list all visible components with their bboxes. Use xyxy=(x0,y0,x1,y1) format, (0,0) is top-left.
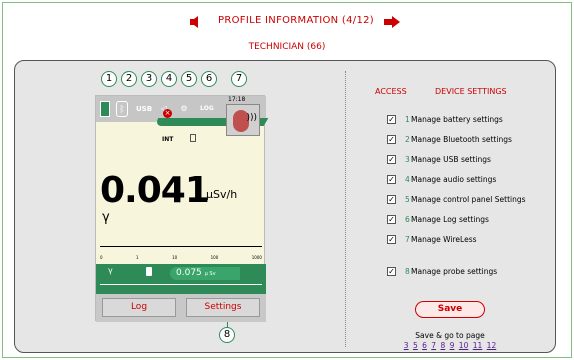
gamma-symbol: γ xyxy=(102,210,110,225)
access-checkbox[interactable]: ✓ xyxy=(387,267,396,276)
setting-number: 7 xyxy=(405,235,410,244)
device-settings-header: DEVICE SETTINGS xyxy=(435,87,507,96)
device-screen: ᛒ USB ◁ × ⚙ LOG 17:18 ))) INT 0.041 μSv/h… xyxy=(95,95,269,322)
access-checkbox[interactable]: ✓ xyxy=(387,155,396,164)
access-checkbox[interactable]: ✓ xyxy=(387,135,396,144)
scale-label: 100 xyxy=(210,255,219,260)
callout-1: 1 xyxy=(101,71,117,87)
save-button[interactable]: Save xyxy=(415,301,485,318)
profile-nav: PROFILE INFORMATION (4/12) xyxy=(0,14,574,34)
usb-icon: USB xyxy=(136,105,153,113)
secondary-reading: 0.075 μ Sv xyxy=(170,267,240,280)
setting-label: Manage USB settings xyxy=(411,155,491,164)
access-header: ACCESS xyxy=(375,87,407,96)
callout-7: 7 xyxy=(231,71,247,87)
page-link[interactable]: 8 xyxy=(440,341,445,350)
settings-panel: 1 2 3 4 5 6 7 8 ᛒ USB ◁ × ⚙ LOG 17:18 )))… xyxy=(14,60,556,353)
page-link[interactable]: 9 xyxy=(450,341,455,350)
setting-number: 1 xyxy=(405,115,410,124)
internal-probe-icon xyxy=(190,134,196,142)
setting-number: 2 xyxy=(405,135,410,144)
setting-number: 3 xyxy=(405,155,410,164)
page-link[interactable]: 12 xyxy=(487,341,497,350)
setting-number: 4 xyxy=(405,175,410,184)
setting-label: Manage WireLess xyxy=(411,235,477,244)
setting-number: 6 xyxy=(405,215,410,224)
log-icon: LOG xyxy=(200,105,214,112)
softkey-bar: Log Settings xyxy=(96,294,266,322)
callout-2: 2 xyxy=(121,71,137,87)
control-panel-icon: ⚙ xyxy=(180,104,188,113)
probe-status: ))) xyxy=(226,104,260,136)
secondary-reading-bar: γ 0.075 μ Sv xyxy=(96,264,266,294)
page-link[interactable]: 3 xyxy=(404,341,409,350)
access-checkbox[interactable]: ✓ xyxy=(387,195,396,204)
panel-divider xyxy=(345,71,346,347)
int-label: INT xyxy=(162,136,174,143)
mute-x-icon: × xyxy=(163,109,172,118)
battery-icon xyxy=(100,101,110,117)
wireless-wave-icon: ))) xyxy=(246,113,257,123)
setting-label: Manage battery settings xyxy=(411,115,503,124)
next-arrow-icon[interactable] xyxy=(384,16,400,28)
page-link[interactable]: 10 xyxy=(459,341,469,350)
callout-5: 5 xyxy=(181,71,197,87)
scale-label: 1000 xyxy=(251,255,262,260)
clock-time: 17:18 xyxy=(228,96,246,103)
save-go-label: Save & go to page xyxy=(415,331,485,340)
secondary-scale xyxy=(100,284,262,290)
settings-softkey[interactable]: Settings xyxy=(186,298,260,317)
previous-arrow-icon[interactable] xyxy=(190,16,198,28)
access-checkbox[interactable]: ✓ xyxy=(387,115,396,124)
page-link[interactable]: 5 xyxy=(413,341,418,350)
scale-label: 0 xyxy=(100,255,103,260)
access-checkbox[interactable]: ✓ xyxy=(387,215,396,224)
page-title: PROFILE INFORMATION (4/12) xyxy=(218,15,374,26)
bar-gamma-symbol: γ xyxy=(108,266,113,275)
setting-label: Manage Bluetooth settings xyxy=(411,135,512,144)
page-link[interactable]: 7 xyxy=(431,341,436,350)
dose-rate-unit: μSv/h xyxy=(206,188,238,201)
scale-label: 10 xyxy=(172,255,178,260)
dose-rate-value: 0.041 xyxy=(100,170,210,211)
secondary-reading-unit: μ Sv xyxy=(204,271,216,277)
setting-label: Manage control panel Settings xyxy=(411,195,526,204)
page-link[interactable]: 11 xyxy=(473,341,483,350)
setting-label: Manage audio settings xyxy=(411,175,497,184)
scale-labels: 0 1 10 100 1000 xyxy=(100,255,262,260)
access-checkbox[interactable]: ✓ xyxy=(387,235,396,244)
setting-label: Manage Log settings xyxy=(411,215,489,224)
page-links: 3 5 6 7 8 9 10 11 12 xyxy=(375,341,525,350)
handheld-icon xyxy=(146,267,152,276)
page-link[interactable]: 6 xyxy=(422,341,427,350)
log-softkey[interactable]: Log xyxy=(102,298,176,317)
setting-label: Manage probe settings xyxy=(411,267,498,276)
profile-subtitle: TECHNICIAN (66) xyxy=(248,42,326,52)
setting-number: 5 xyxy=(405,195,410,204)
audio-muted-icon: ◁ × xyxy=(160,104,172,118)
setting-number: 8 xyxy=(405,267,410,276)
callout-8: 8 xyxy=(219,327,235,343)
secondary-reading-value: 0.075 xyxy=(176,268,202,278)
callout-4: 4 xyxy=(161,71,177,87)
access-checkbox[interactable]: ✓ xyxy=(387,175,396,184)
callout-3: 3 xyxy=(141,71,157,87)
scale-label: 1 xyxy=(136,255,139,260)
callout-6: 6 xyxy=(201,71,217,87)
bluetooth-icon: ᛒ xyxy=(116,101,128,117)
